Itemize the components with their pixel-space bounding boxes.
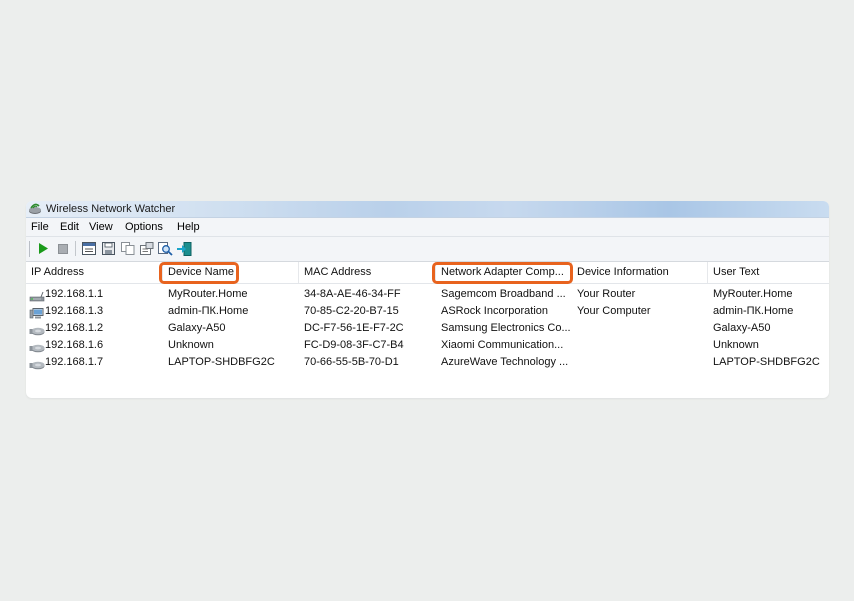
cell-adapter: Sagemcom Broadband ... <box>441 288 566 300</box>
cell-mac: 34-8A-AE-46-34-FF <box>304 288 401 300</box>
table-row[interactable]: 192.168.1.6 Unknown FC-D9-08-3F-C7-B4 Xiaom… <box>26 337 829 354</box>
column-header-mac-address[interactable]: MAC Address <box>299 262 436 283</box>
copy-icon <box>120 242 134 255</box>
menu-options[interactable]: Options <box>125 220 163 234</box>
device-icon <box>29 340 45 353</box>
cell-user: Unknown <box>713 339 759 351</box>
play-icon <box>39 243 48 254</box>
stop-button[interactable] <box>54 240 71 257</box>
title-bar[interactable]: Wireless Network Watcher <box>26 201 829 218</box>
window-title: Wireless Network Watcher <box>46 203 176 215</box>
app-logo-icon <box>29 203 41 214</box>
properties-icon <box>139 242 153 255</box>
stop-icon <box>57 243 68 254</box>
exit-icon <box>177 241 192 256</box>
cell-mac: DC-F7-56-1E-F7-2C <box>304 322 404 334</box>
column-header-device-information[interactable]: Device Information <box>572 262 708 283</box>
find-button[interactable] <box>157 240 174 257</box>
save-icon <box>102 242 115 255</box>
cell-ip: 192.168.1.1 <box>45 288 104 300</box>
cell-mac: FC-D9-08-3F-C7-B4 <box>304 339 404 351</box>
cell-user: admin-ПК.Home <box>713 305 794 317</box>
cell-info <box>577 320 709 337</box>
cell-ip: 192.168.1.2 <box>45 322 104 334</box>
cell-mac: 70-66-55-5B-70-D1 <box>304 356 399 368</box>
table-row[interactable]: 192.168.1.7 LAPTOP-SHDBFG2C 70-66-55-5B-70… <box>26 354 829 371</box>
cell-name: LAPTOP-SHDBFG2C <box>168 356 275 368</box>
find-icon <box>158 241 173 256</box>
cell-name: Galaxy-A50 <box>168 322 226 334</box>
cell-info <box>577 354 709 371</box>
column-header-user-text[interactable]: User Text <box>708 262 829 283</box>
toolbar-separator <box>75 241 76 256</box>
cell-adapter: Xiaomi Communication... <box>441 339 564 351</box>
exit-button[interactable] <box>176 240 193 257</box>
menu-help[interactable]: Help <box>177 220 200 234</box>
toolbar-grip <box>29 241 30 257</box>
cell-adapter: Samsung Electronics Co... <box>441 322 571 334</box>
cell-adapter: AzureWave Technology ... <box>441 356 569 368</box>
cell-mac: 70-85-C2-20-B7-15 <box>304 305 399 317</box>
device-icon <box>29 323 45 336</box>
app-window: Wireless Network Watcher File Edit View … <box>26 201 829 398</box>
toolbar <box>26 237 829 262</box>
menu-view[interactable]: View <box>89 220 113 234</box>
start-button[interactable] <box>35 240 52 257</box>
device-icon <box>29 357 45 370</box>
cell-name: Unknown <box>168 339 214 351</box>
table-row[interactable]: 192.168.1.2 Galaxy-A50 DC-F7-56-1E-F7-2C Sa… <box>26 320 829 337</box>
copy-button[interactable] <box>119 240 136 257</box>
html-report-button[interactable] <box>80 240 97 257</box>
properties-button[interactable] <box>138 240 155 257</box>
menu-bar: File Edit View Options Help <box>26 218 829 237</box>
cell-info: Your Computer <box>577 305 651 317</box>
cell-adapter: ASRock Incorporation <box>441 305 548 317</box>
cell-info <box>577 337 709 354</box>
save-button[interactable] <box>100 240 117 257</box>
cell-ip: 192.168.1.3 <box>45 305 104 317</box>
router-icon <box>29 289 45 302</box>
table-row[interactable]: 192.168.1.1 MyRouter.Home 34-8A-AE-46-34-F… <box>26 286 829 303</box>
cell-ip: 192.168.1.7 <box>45 356 104 368</box>
table-row[interactable]: 192.168.1.3 admin-ПК.Home 70-85-C2-20-B7-1… <box>26 303 829 320</box>
device-name-highlight <box>159 262 239 284</box>
cell-name: MyRouter.Home <box>168 288 248 300</box>
menu-file[interactable]: File <box>31 220 49 234</box>
column-header-ip-address[interactable]: IP Address <box>26 262 163 283</box>
cell-name: admin-ПК.Home <box>168 305 249 317</box>
cell-user: Galaxy-A50 <box>713 322 771 334</box>
cell-info: Your Router <box>577 288 636 300</box>
html-report-icon <box>81 242 96 255</box>
network-adapter-highlight <box>432 262 573 284</box>
column-header-row: IP Address Device Name MAC Address Netwo… <box>26 262 829 284</box>
cell-ip: 192.168.1.6 <box>45 339 104 351</box>
cell-user: LAPTOP-SHDBFG2C <box>713 356 820 368</box>
cell-user: MyRouter.Home <box>713 288 793 300</box>
computer-icon <box>29 306 45 319</box>
menu-edit[interactable]: Edit <box>60 220 79 234</box>
